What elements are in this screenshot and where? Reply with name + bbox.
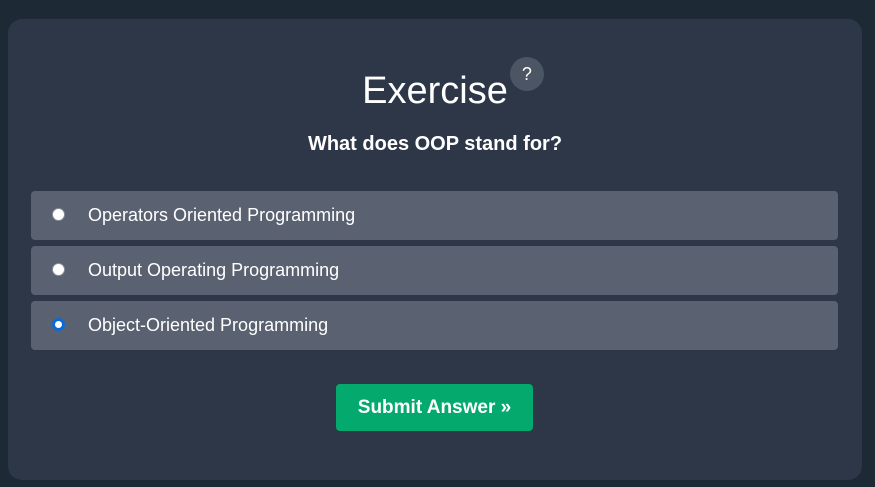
question-text: What does OOP stand for?: [307, 133, 563, 155]
answer-option-1[interactable]: Operators Oriented Programming: [31, 191, 838, 240]
exercise-title-text: Exercise: [362, 70, 508, 112]
radio-button-1[interactable]: [52, 208, 65, 221]
answer-option-label: Object-Oriented Programming: [88, 315, 329, 335]
submit-answer-button[interactable]: Submit Answer »: [336, 384, 533, 431]
answer-option-2[interactable]: Output Operating Programming: [31, 246, 838, 295]
answer-option-label: Output Operating Programming: [88, 260, 340, 280]
radio-button-2[interactable]: [52, 263, 65, 276]
answer-options: Operators Oriented Programming Output Op…: [31, 191, 838, 356]
help-button[interactable]: ?: [509, 57, 544, 91]
answer-option-3[interactable]: Object-Oriented Programming: [31, 301, 838, 350]
answer-option-label: Operators Oriented Programming: [88, 205, 356, 225]
exercise-panel: Exercise ? What does OOP stand for? Oper…: [8, 19, 862, 480]
exercise-title: Exercise ?: [362, 57, 544, 112]
radio-button-3[interactable]: [52, 318, 65, 331]
title-wrap: Exercise ?: [8, 57, 862, 112]
